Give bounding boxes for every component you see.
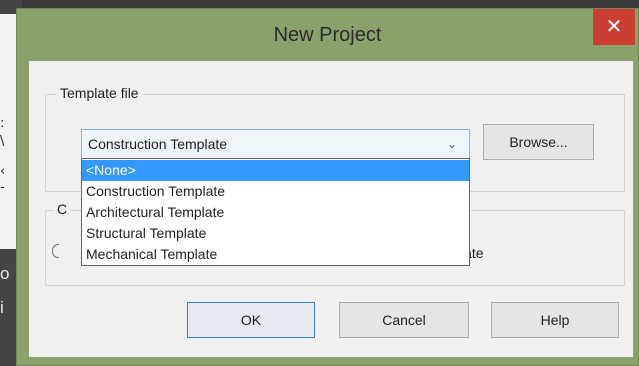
dropdown-option-architectural[interactable]: Architectural Template <box>82 202 469 223</box>
close-button[interactable]: ✕ <box>593 9 635 45</box>
dropdown-option-structural[interactable]: Structural Template <box>82 223 469 244</box>
template-combobox[interactable]: Construction Template ⌄ <box>81 129 470 159</box>
template-dropdown-list: <None> Construction Template Architectur… <box>81 158 470 266</box>
dropdown-option-construction[interactable]: Construction Template <box>82 181 469 202</box>
cancel-button[interactable]: Cancel <box>339 302 469 338</box>
background-glyph: \ <box>0 134 5 149</box>
new-project-dialog: New Project ✕ Template file Construction… <box>16 8 639 366</box>
dialog-client-area: Template file Construction Template ⌄ Br… <box>29 61 633 357</box>
template-combobox-value: Construction Template <box>88 136 228 152</box>
background-glyph: - <box>0 180 5 195</box>
help-button[interactable]: Help <box>491 302 619 338</box>
create-new-label: C <box>54 201 71 217</box>
dropdown-option-none[interactable]: <None> <box>82 160 469 181</box>
background-glyph: : <box>0 116 5 131</box>
background-text: o <box>0 264 10 283</box>
chevron-down-icon[interactable]: ⌄ <box>439 132 465 156</box>
dropdown-option-mechanical[interactable]: Mechanical Template <box>82 244 469 265</box>
dialog-title: New Project <box>273 24 382 46</box>
ok-button[interactable]: OK <box>187 302 315 338</box>
background-text: i <box>0 298 4 317</box>
radio-button[interactable] <box>52 244 59 258</box>
browse-button[interactable]: Browse... <box>483 124 594 160</box>
close-icon: ✕ <box>605 14 623 38</box>
template-file-label: Template file <box>56 85 143 101</box>
